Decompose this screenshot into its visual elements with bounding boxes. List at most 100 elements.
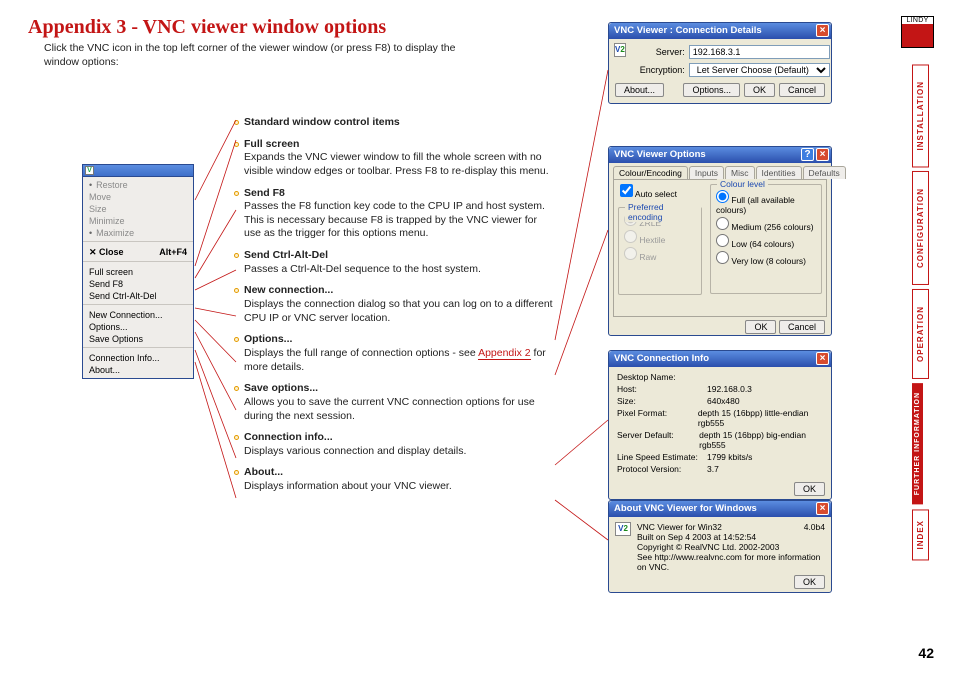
options-button[interactable]: Options...: [683, 83, 740, 97]
info-row: Protocol Version:3.7: [609, 463, 831, 475]
menu-close-accel: Alt+F4: [159, 247, 187, 258]
desc-save-options: Save options...Allows you to save the cu…: [244, 382, 554, 423]
menu-close[interactable]: ✕ Close Alt+F4: [83, 246, 193, 259]
colour-full-radio[interactable]: Full (all available colours): [716, 189, 816, 216]
menu-fullscreen[interactable]: Full screen: [83, 266, 193, 278]
menu-send-f8[interactable]: Send F8: [83, 278, 193, 290]
menu-options[interactable]: Options...: [83, 321, 193, 333]
info-row: Desktop Name:: [609, 371, 831, 383]
appendix-2-link[interactable]: Appendix 2: [478, 347, 531, 360]
tab-index[interactable]: INDEX: [912, 509, 929, 560]
menu-send-cad[interactable]: Send Ctrl-Alt-Del: [83, 290, 193, 302]
desc-standard: Standard window control items: [244, 116, 554, 130]
ok-button[interactable]: OK: [745, 320, 776, 334]
options-tabs: Colour/Encoding Inputs Misc Identities D…: [609, 163, 831, 179]
section-tabs: INSTALLATION CONFIGURATION OPERATION FUR…: [912, 64, 934, 564]
help-icon[interactable]: ?: [801, 148, 814, 161]
close-icon[interactable]: ×: [816, 24, 829, 37]
dialog-titlebar: About VNC Viewer for Windows×: [609, 501, 831, 517]
dialog-about: About VNC Viewer for Windows× V2 VNC Vie…: [608, 500, 832, 593]
dialog-titlebar: VNC Viewer : Connection Details×: [609, 23, 831, 39]
about-copyright: Copyright © RealVNC Ltd. 2002-2003: [637, 542, 825, 552]
close-icon[interactable]: ×: [816, 502, 829, 515]
tab-defaults[interactable]: Defaults: [803, 166, 846, 179]
page-number: 42: [918, 645, 934, 661]
server-label: Server:: [635, 47, 685, 57]
ok-button[interactable]: OK: [794, 482, 825, 496]
tab-identities[interactable]: Identities: [756, 166, 802, 179]
desc-fullscreen: Full screenExpands the VNC viewer window…: [244, 138, 554, 179]
page-title: Appendix 3 - VNC viewer window options: [28, 16, 386, 39]
dialog-viewer-options: VNC Viewer Options?× Colour/Encoding Inp…: [608, 146, 832, 336]
about-built: Built on Sep 4 2003 at 14:52:54: [637, 532, 825, 542]
desc-send-cad: Send Ctrl-Alt-DelPasses a Ctrl-Alt-Del s…: [244, 249, 554, 276]
menu-size[interactable]: Size: [83, 203, 193, 215]
menu-new-connection[interactable]: New Connection...: [83, 309, 193, 321]
menu-titlebar: V: [83, 165, 193, 177]
cancel-button[interactable]: Cancel: [779, 320, 825, 334]
dialog-titlebar: VNC Connection Info×: [609, 351, 831, 367]
bullet-icon: [234, 253, 239, 258]
lindy-logo: [901, 16, 934, 48]
info-row: Line Speed Estimate:1799 kbits/s: [609, 451, 831, 463]
tab-misc[interactable]: Misc: [725, 166, 754, 179]
close-icon[interactable]: ×: [816, 352, 829, 365]
info-row: Pixel Format:depth 15 (16bpp) little-end…: [609, 407, 831, 429]
menu-about[interactable]: About...: [83, 364, 193, 376]
encoding-raw-radio[interactable]: Raw: [624, 246, 696, 263]
encryption-label: Encryption:: [635, 65, 685, 75]
tab-installation[interactable]: INSTALLATION: [912, 64, 929, 167]
colour-verylow-radio[interactable]: Very low (8 colours): [716, 250, 816, 267]
intro-text: Click the VNC icon in the top left corne…: [44, 42, 474, 69]
menu-move[interactable]: Move: [83, 191, 193, 203]
menu-maximize[interactable]: Maximize: [83, 227, 193, 239]
dialog-connection-info: VNC Connection Info× Desktop Name: Host:…: [608, 350, 832, 500]
ok-button[interactable]: OK: [794, 575, 825, 589]
colour-low-radio[interactable]: Low (64 colours): [716, 233, 816, 250]
ok-button[interactable]: OK: [744, 83, 775, 97]
about-product: VNC Viewer for Win32: [637, 522, 722, 532]
menu-restore[interactable]: Restore: [83, 179, 193, 191]
auto-select-checkbox[interactable]: Auto select: [614, 180, 706, 203]
tab-configuration[interactable]: CONFIGURATION: [912, 171, 929, 285]
vnc-icon: V: [85, 166, 94, 175]
bullet-icon: [234, 120, 239, 125]
tab-further-information[interactable]: FURTHER INFORMATION: [912, 383, 923, 504]
info-row: Host:192.168.0.3: [609, 383, 831, 395]
dialog-connection-details: VNC Viewer : Connection Details× V2 Serv…: [608, 22, 832, 104]
vnc-context-menu: V Restore Move Size Minimize Maximize ✕ …: [82, 164, 194, 379]
bullet-icon: [234, 470, 239, 475]
bullet-icon: [234, 142, 239, 147]
info-row: Size:640x480: [609, 395, 831, 407]
tab-operation[interactable]: OPERATION: [912, 289, 929, 379]
bullet-icon: [234, 435, 239, 440]
encryption-select[interactable]: Let Server Choose (Default): [689, 63, 830, 77]
bullet-icon: [234, 191, 239, 196]
desc-about: About...Displays information about your …: [244, 466, 554, 493]
colour-medium-radio[interactable]: Medium (256 colours): [716, 216, 816, 233]
bullet-icon: [234, 288, 239, 293]
vnc-logo-icon: V2: [614, 43, 626, 57]
vnc-logo-icon: V2: [615, 522, 631, 536]
bullet-icon: [234, 337, 239, 342]
menu-minimize[interactable]: Minimize: [83, 215, 193, 227]
about-version: 4.0b4: [804, 522, 825, 532]
desc-send-f8: Send F8Passes the F8 function key code t…: [244, 187, 554, 242]
desc-connection-info: Connection info...Displays various conne…: [244, 431, 554, 458]
info-row: Server Default:depth 15 (16bpp) big-endi…: [609, 429, 831, 451]
cancel-button[interactable]: Cancel: [779, 83, 825, 97]
about-url: See http://www.realvnc.com for more info…: [637, 552, 825, 572]
about-button[interactable]: About...: [615, 83, 664, 97]
colour-group-label: Colour level: [717, 179, 768, 189]
tab-inputs[interactable]: Inputs: [689, 166, 724, 179]
encoding-hextile-radio[interactable]: Hextile: [624, 229, 696, 246]
desc-options: Options...Displays the full range of con…: [244, 333, 554, 374]
menu-connection-info[interactable]: Connection Info...: [83, 352, 193, 364]
menu-save-options[interactable]: Save Options: [83, 333, 193, 345]
bullet-icon: [234, 386, 239, 391]
server-input[interactable]: [689, 45, 830, 59]
encoding-group-label: Preferred encoding: [625, 202, 701, 222]
close-icon[interactable]: ×: [816, 148, 829, 161]
tab-colour-encoding[interactable]: Colour/Encoding: [613, 166, 688, 179]
descriptions-column: Standard window control items Full scree…: [244, 116, 554, 502]
